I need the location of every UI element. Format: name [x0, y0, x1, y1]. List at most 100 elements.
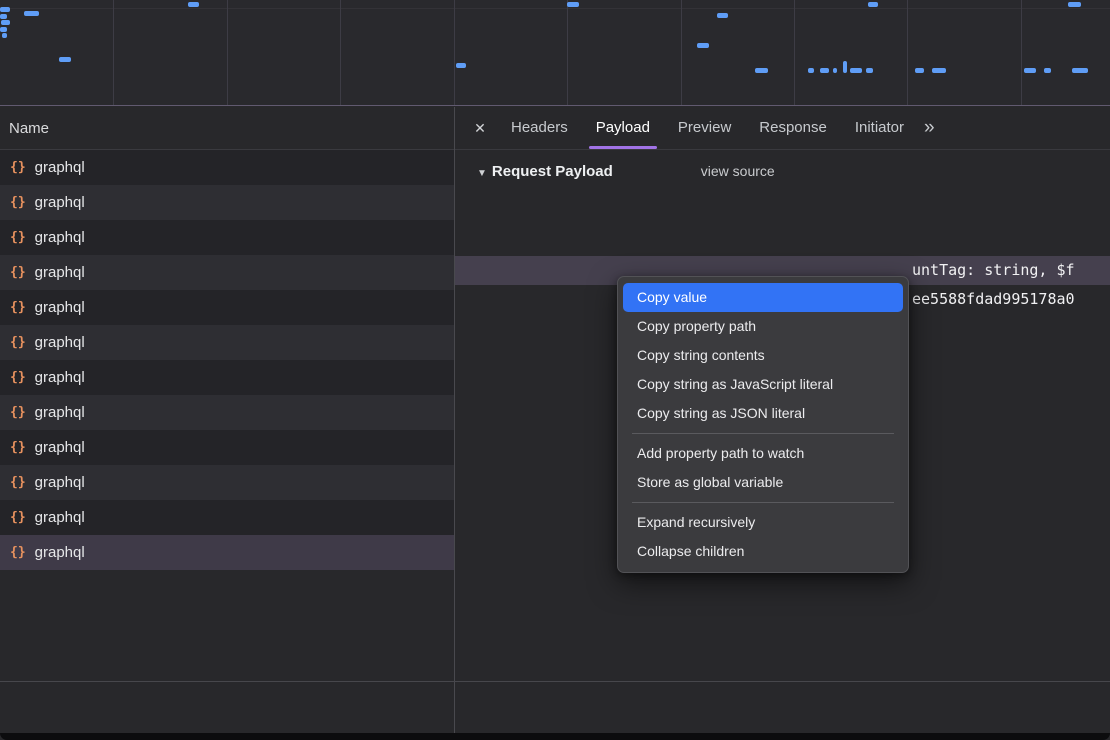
window-bottom-edge [0, 733, 1110, 740]
json-braces-icon: {} [10, 230, 26, 245]
request-row[interactable]: {} graphql [0, 500, 454, 535]
timeline-gridline [567, 0, 568, 105]
request-row[interactable]: {} graphql [0, 150, 454, 185]
network-activity-bar [833, 68, 837, 73]
request-row[interactable]: {} graphql [0, 360, 454, 395]
network-activity-bar [0, 14, 7, 19]
menu-item-add-property-path-to-watch[interactable]: Add property path to watch [623, 439, 903, 468]
request-name: graphql [35, 264, 85, 281]
request-name: graphql [35, 544, 85, 561]
menu-item-copy-string-as-javascript-literal[interactable]: Copy string as JavaScript literal [623, 370, 903, 399]
menu-item-store-as-global-variable[interactable]: Store as global variable [623, 468, 903, 497]
network-activity-bar [820, 68, 829, 73]
request-name: graphql [35, 474, 85, 491]
network-activity-bar [1024, 68, 1036, 73]
request-row[interactable]: {} graphql [0, 465, 454, 500]
request-name: graphql [35, 299, 85, 316]
json-braces-icon: {} [10, 195, 26, 210]
menu-item-expand-recursively[interactable]: Expand recursively [623, 508, 903, 537]
request-payload-section-header[interactable]: ▼ Request Payload view source [455, 150, 1110, 189]
network-activity-bar [59, 57, 71, 62]
json-braces-icon: {} [10, 405, 26, 420]
request-row[interactable]: {} graphql [0, 255, 454, 290]
name-column-label: Name [9, 120, 49, 137]
close-icon[interactable]: ✕ [463, 120, 497, 137]
payload-operationname-row[interactable]: operationName: "ipFlowTimeseries" [455, 227, 1110, 256]
json-braces-icon: {} [10, 475, 26, 490]
section-collapse-icon[interactable]: ▼ [477, 168, 487, 179]
network-activity-bar [717, 13, 728, 18]
network-overview-timeline[interactable] [0, 0, 1110, 106]
view-source-link[interactable]: view source [701, 163, 775, 179]
network-activity-bar [697, 43, 709, 48]
summary-bar-divider [0, 681, 1110, 682]
network-activity-bar [1068, 2, 1081, 7]
network-activity-bar [850, 68, 862, 73]
network-activity-bar [808, 68, 814, 73]
network-activity-bar [1, 20, 10, 25]
menu-divider [632, 433, 894, 434]
tab-headers[interactable]: Headers [497, 107, 582, 149]
network-activity-bar [188, 2, 199, 7]
tab-response[interactable]: Response [745, 107, 841, 149]
menu-item-copy-string-as-json-literal[interactable]: Copy string as JSON literal [623, 399, 903, 428]
devtools-network-panel: Name {}graphql{}graphql{}graphql{}graphq… [0, 0, 1110, 740]
request-name: graphql [35, 509, 85, 526]
menu-item-copy-property-path[interactable]: Copy property path [623, 312, 903, 341]
menu-item-collapse-children[interactable]: Collapse children [623, 537, 903, 566]
timeline-gridline [0, 8, 1110, 9]
json-braces-icon: {} [10, 510, 26, 525]
request-name: graphql [35, 334, 85, 351]
json-braces-icon: {} [10, 160, 26, 175]
network-activity-bar [843, 61, 847, 73]
json-braces-icon: {} [10, 440, 26, 455]
more-tabs-icon[interactable]: » [924, 117, 935, 139]
network-activity-bar [456, 63, 466, 68]
menu-item-copy-value[interactable]: Copy value [623, 283, 903, 312]
request-row[interactable]: {} graphql [0, 395, 454, 430]
timeline-gridline [681, 0, 682, 105]
network-activity-bar [567, 2, 579, 7]
network-activity-bar [915, 68, 924, 73]
network-activity-bar [755, 68, 768, 73]
request-row[interactable]: {}graphql [0, 430, 454, 465]
network-activity-bar [0, 27, 7, 32]
name-column-header[interactable]: Name [0, 107, 454, 150]
tab-payload[interactable]: Payload [582, 107, 664, 149]
request-name: graphql [35, 194, 85, 211]
json-braces-icon: {} [10, 265, 26, 280]
network-activity-bar [0, 7, 10, 12]
requests-panel: Name {}graphql{}graphql{}graphql{}graphq… [0, 107, 454, 681]
request-row[interactable]: {} graphql [0, 185, 454, 220]
request-name: graphql [35, 369, 85, 386]
network-activity-bar [1072, 68, 1088, 73]
section-title: Request Payload [492, 163, 613, 180]
request-row[interactable]: {} graphql [0, 325, 454, 360]
json-braces-icon: {} [10, 300, 26, 315]
json-braces-icon: {} [10, 370, 26, 385]
menu-divider [632, 502, 894, 503]
network-activity-bar [866, 68, 873, 73]
json-braces-icon: {} [10, 335, 26, 350]
timeline-gridline [1021, 0, 1022, 105]
menu-item-copy-string-contents[interactable]: Copy string contents [623, 341, 903, 370]
property-value-fragment: ee5588fdad995178a0 [912, 285, 1075, 314]
context-menu: Copy valueCopy property pathCopy string … [617, 276, 909, 573]
network-activity-bar [1044, 68, 1051, 73]
tab-preview[interactable]: Preview [664, 107, 745, 149]
timeline-gridline [113, 0, 114, 105]
request-row[interactable]: {} graphql [0, 290, 454, 325]
property-text-fragment: untTag: string, $f [912, 256, 1075, 285]
json-braces-icon: {} [10, 545, 26, 560]
network-activity-bar [24, 11, 39, 16]
timeline-gridline [340, 0, 341, 105]
request-row[interactable]: {}graphql [0, 220, 454, 255]
request-list-body: {} graphql {} graphql {} graphql {} graphql {} gr… [0, 150, 454, 570]
network-activity-bar [2, 33, 7, 38]
request-row[interactable]: {} graphql [0, 535, 454, 570]
tab-initiator[interactable]: Initiator [841, 107, 918, 149]
request-name: graphql [35, 404, 85, 421]
payload-root-row[interactable]: ▼{operationName: "ipFlowTimeseries", var… [455, 198, 1110, 227]
request-name: graphql [35, 159, 85, 176]
timeline-gridline [454, 0, 455, 105]
